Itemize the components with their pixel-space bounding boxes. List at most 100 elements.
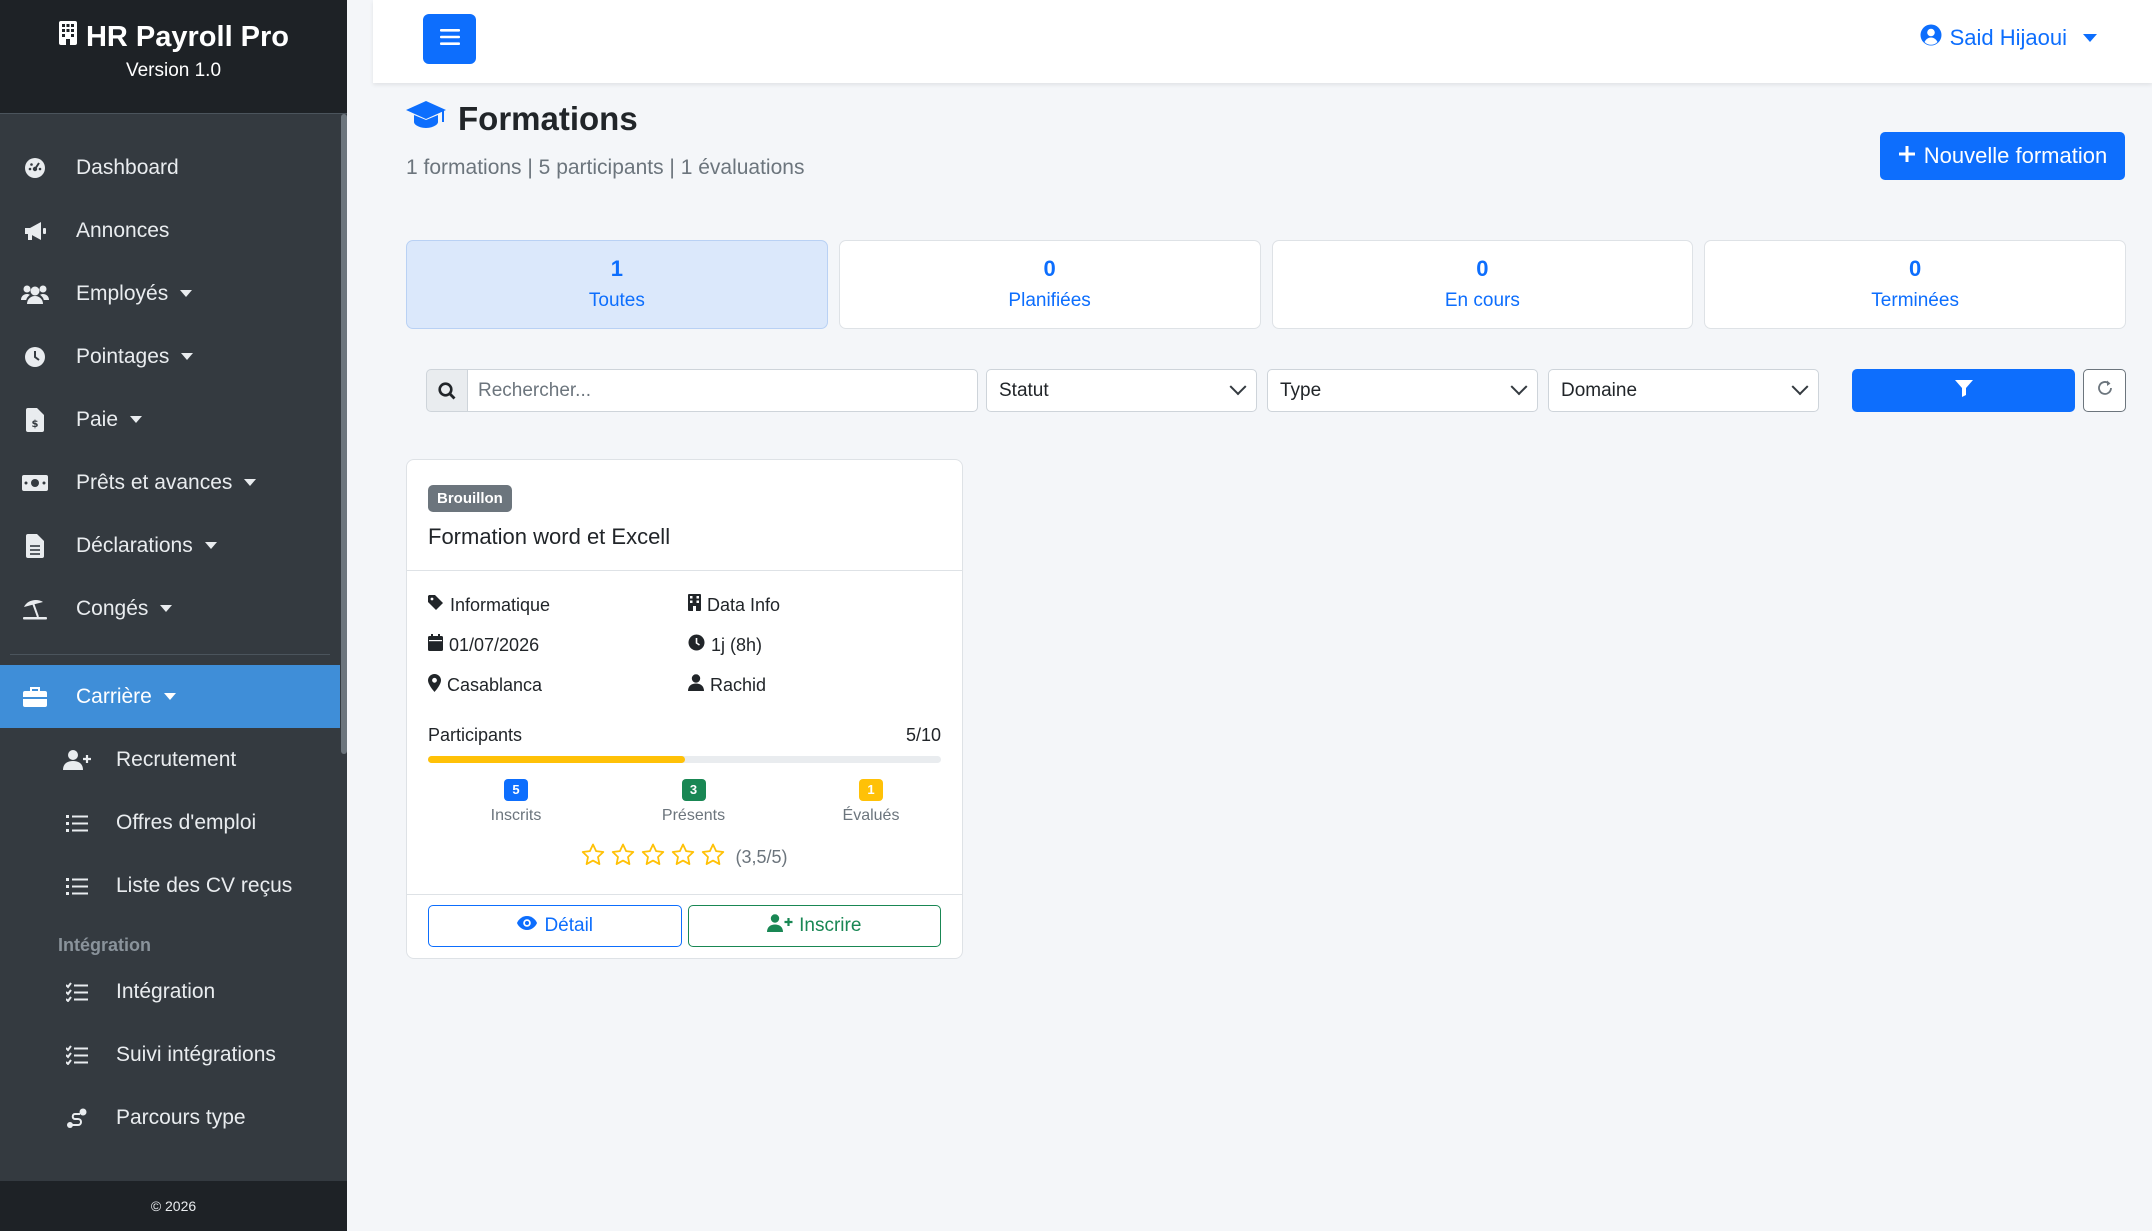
sidebar-item-label: Déclarations	[76, 533, 193, 557]
page-subtitle: 1 formations | 5 participants | 1 évalua…	[406, 156, 805, 179]
sidebar-scrollbar[interactable]	[341, 114, 347, 754]
sidebar-item-pointages[interactable]: Pointages	[0, 325, 340, 388]
participants-label: Participants	[428, 725, 523, 745]
new-formation-button[interactable]: Nouvelle formation	[1880, 132, 2125, 180]
participants-progress-fill	[428, 756, 685, 763]
sidebar-item-declarations[interactable]: Déclarations	[0, 514, 340, 577]
route-icon	[62, 1106, 92, 1130]
invoice-dollar-icon: $	[20, 407, 50, 432]
sidebar-nav: Dashboard Annonces Employés Pointages $ …	[0, 114, 340, 1181]
type-select[interactable]: Type	[1267, 369, 1538, 412]
caret-down-icon	[163, 693, 176, 700]
sidebar-item-label: Suivi intégrations	[116, 1042, 276, 1066]
list-icon	[62, 811, 92, 835]
detail-button[interactable]: Détail	[428, 905, 682, 947]
stat-en-cours[interactable]: 0 En cours	[1271, 240, 1694, 329]
search-icon	[426, 369, 468, 412]
sidebar-item-employes[interactable]: Employés	[0, 262, 340, 325]
gauge-icon	[20, 156, 50, 180]
sidebar-item-dashboard[interactable]: Dashboard	[0, 136, 340, 199]
info-location: Casablanca	[428, 673, 688, 697]
info-grid: Informatique Data Info 01/07/2026 1j (8h…	[428, 593, 941, 697]
sidebar-section-integration: Intégration	[58, 935, 151, 955]
money-icon	[20, 471, 50, 495]
rating: (3,5/5)	[428, 843, 941, 871]
search-input[interactable]	[468, 369, 978, 412]
user-plus-icon	[767, 914, 793, 938]
card-footer: Détail Inscrire	[407, 894, 962, 958]
presents-label: Présents	[661, 807, 726, 824]
stat-toutes[interactable]: 1 Toutes	[406, 240, 828, 329]
stat-label: Planifiées	[1008, 290, 1091, 311]
new-formation-label: Nouvelle formation	[1923, 143, 2108, 168]
sidebar-item-label: Prêts et avances	[76, 470, 233, 494]
info-domain-value: Informatique	[450, 594, 551, 615]
sidebar-item-parcours-type[interactable]: Parcours type	[0, 1086, 340, 1149]
sidebar-item-integration[interactable]: Intégration	[0, 960, 340, 1023]
stat-planifiees[interactable]: 0 Planifiées	[838, 240, 1261, 329]
caret-down-icon	[2083, 34, 2097, 42]
participants-row: Participants 5/10	[428, 725, 941, 746]
sidebar-item-label: Paie	[76, 407, 119, 431]
clock-icon	[20, 345, 50, 369]
count-evalues: 1 Évalués	[831, 779, 911, 825]
umbrella-beach-icon	[20, 597, 50, 621]
info-duration: 1j (8h)	[688, 633, 938, 657]
sidebar-item-conges[interactable]: Congés	[0, 577, 340, 640]
list-check-icon	[62, 980, 92, 1004]
building-icon	[688, 594, 701, 616]
user-menu[interactable]: Said Hijaoui	[1920, 24, 2097, 52]
sidebar-item-paie[interactable]: $ Paie	[0, 388, 340, 451]
type-select-value: Type	[1280, 379, 1322, 401]
sidebar-item-cv[interactable]: Liste des CV reçus	[0, 854, 340, 917]
search-group	[426, 369, 978, 412]
sidebar-item-label: Carrière	[76, 684, 152, 708]
statut-select-value: Statut	[999, 379, 1049, 401]
info-organisme: Data Info	[688, 593, 938, 617]
caret-down-icon	[130, 416, 143, 423]
stat-label: En cours	[1444, 290, 1520, 311]
filter-button[interactable]	[1852, 369, 2075, 412]
caret-down-icon	[181, 353, 194, 360]
detail-button-label: Détail	[544, 915, 594, 936]
sidebar-divider	[10, 654, 330, 655]
sidebar-item-label: Parcours type	[116, 1105, 246, 1129]
star-outline-icon	[701, 843, 725, 871]
star-outline-icon	[611, 843, 635, 871]
sidebar-footer: © 2026	[0, 1181, 347, 1231]
users-icon	[20, 282, 50, 306]
briefcase-icon	[20, 685, 50, 709]
inscrire-button[interactable]: Inscrire	[687, 905, 941, 947]
stat-value: 0	[1909, 256, 1922, 281]
info-domain: Informatique	[428, 593, 688, 617]
participants-count: 5/10	[905, 725, 941, 745]
sidebar-item-label: Congés	[76, 596, 149, 620]
stat-label: Terminées	[1871, 290, 1959, 311]
brand[interactable]: HR Payroll Pro Version 1.0	[0, 0, 347, 114]
sidebar-item-label: Dashboard	[76, 155, 179, 179]
sidebar-item-offres[interactable]: Offres d'emploi	[0, 791, 340, 854]
sidebar-item-annonces[interactable]: Annonces	[0, 199, 340, 262]
domaine-select[interactable]: Domaine	[1548, 369, 1819, 412]
evalues-label: Évalués	[842, 807, 900, 824]
sidebar-item-suivi-integrations[interactable]: Suivi intégrations	[0, 1023, 340, 1086]
stat-terminees[interactable]: 0 Terminées	[1704, 240, 2126, 329]
statut-select[interactable]: Statut	[986, 369, 1257, 412]
sidebar-item-prets[interactable]: Prêts et avances	[0, 451, 340, 514]
sidebar-item-recrutement[interactable]: Recrutement	[0, 728, 340, 791]
page-title-text: Formations	[458, 100, 638, 137]
menu-toggle-button[interactable]	[423, 14, 476, 64]
info-duration-value: 1j (8h)	[711, 634, 763, 655]
document-icon	[20, 533, 50, 558]
count-presents: 3 Présents	[654, 779, 734, 825]
main-content: Formations 1 formations | 5 participants…	[406, 100, 2126, 959]
eye-icon	[516, 915, 538, 937]
reset-button[interactable]	[2083, 369, 2126, 412]
sidebar-item-label: Liste des CV reçus	[116, 873, 293, 897]
sidebar-item-carriere[interactable]: Carrière	[0, 665, 340, 728]
list-check-icon	[62, 1043, 92, 1067]
counts-row: 5 Inscrits 3 Présents 1 Évalués	[428, 779, 941, 825]
count-inscrits: 5 Inscrits	[476, 779, 556, 825]
caret-down-icon	[180, 290, 193, 297]
inscrits-badge: 5	[504, 779, 528, 801]
